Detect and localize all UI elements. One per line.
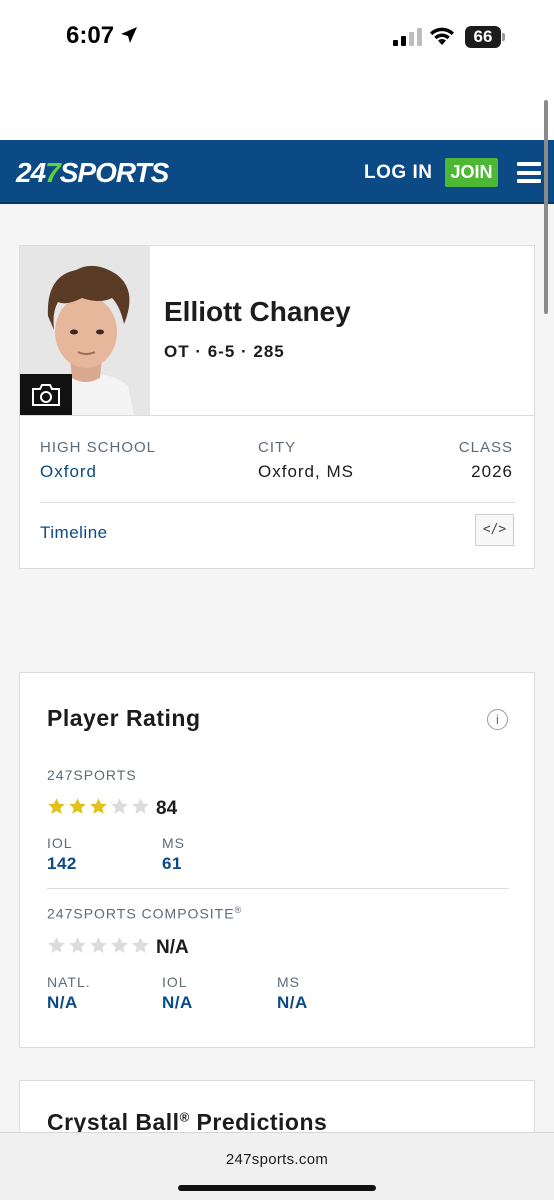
rank-value-national: N/A xyxy=(47,993,78,1012)
login-link[interactable]: LOG IN xyxy=(364,162,432,184)
rank-label-state: MS xyxy=(162,835,185,851)
rank-label-state: MS xyxy=(277,974,300,990)
status-bar: 6:07 66 xyxy=(0,0,554,80)
player-position-size: OT · 6-5 · 285 xyxy=(164,342,285,361)
composite-rating-label: 247SPORTS COMPOSITE® xyxy=(47,905,243,922)
rank-label-iol: IOL xyxy=(47,835,73,851)
timeline-link[interactable]: Timeline xyxy=(40,523,108,543)
composite-score: N/A xyxy=(156,937,189,958)
city-value: Oxford, MS xyxy=(258,462,354,481)
location-arrow-icon xyxy=(121,27,137,43)
star-empty-icon xyxy=(132,937,149,953)
divider xyxy=(40,502,515,503)
star-filled-icon xyxy=(90,798,107,814)
star-filled-icon xyxy=(48,798,65,814)
info-icon[interactable]: i xyxy=(487,709,508,730)
camera-icon[interactable] xyxy=(20,374,72,416)
page: 6:07 66 247SPORTS LOG IN JOIN Elliott Ch… xyxy=(0,0,554,1200)
scrollbar[interactable] xyxy=(544,100,548,314)
star-empty-icon xyxy=(69,937,86,953)
star-empty-icon xyxy=(111,937,128,953)
star-empty-icon xyxy=(111,798,128,814)
browser-address-bar[interactable]: 247sports.com xyxy=(0,1132,554,1200)
composite-star-rating xyxy=(47,936,150,955)
player-name: Elliott Chaney xyxy=(164,296,351,327)
class-label: CLASS xyxy=(458,439,513,456)
player-profile-card: Elliott Chaney OT · 6-5 · 285 HIGH SCHOO… xyxy=(19,245,535,569)
star-filled-icon xyxy=(69,798,86,814)
rank-value-state[interactable]: 61 xyxy=(162,854,182,874)
247sports-rating-label: 247SPORTS xyxy=(47,767,137,783)
embed-code-button[interactable]: </> xyxy=(475,514,514,546)
star-empty-icon xyxy=(90,937,107,953)
join-button[interactable]: JOIN xyxy=(445,158,498,187)
high-school-link[interactable]: Oxford xyxy=(40,462,97,482)
player-rating-title: Player Rating xyxy=(47,705,201,731)
rank-label-national: NATL. xyxy=(47,974,91,990)
divider xyxy=(20,415,534,416)
player-photo[interactable] xyxy=(20,246,150,416)
home-indicator[interactable] xyxy=(178,1185,376,1191)
wifi-icon xyxy=(430,27,454,45)
battery-level: 66 xyxy=(465,26,501,48)
cellular-signal-icon xyxy=(393,28,422,46)
menu-icon[interactable] xyxy=(517,162,541,183)
url-text[interactable]: 247sports.com xyxy=(0,1151,554,1168)
divider xyxy=(47,888,509,889)
rank-value-iol[interactable]: 142 xyxy=(47,854,77,874)
rank-value-state: N/A xyxy=(277,993,308,1012)
player-rating-card: Player Rating i 247SPORTS 84 IOL 142 MS … xyxy=(19,672,535,1048)
page-top-spacer xyxy=(0,80,554,140)
rank-value-iol: N/A xyxy=(162,993,193,1012)
site-logo[interactable]: 247SPORTS xyxy=(16,157,169,189)
rank-label-iol: IOL xyxy=(162,974,188,990)
star-empty-icon xyxy=(48,937,65,953)
high-school-label: HIGH SCHOOL xyxy=(40,439,157,456)
star-empty-icon xyxy=(132,798,149,814)
247sports-score: 84 xyxy=(156,798,178,819)
battery-icon: 66 xyxy=(465,26,505,48)
class-value: 2026 xyxy=(471,462,513,481)
site-header: 247SPORTS LOG IN JOIN xyxy=(0,140,554,204)
city-label: CITY xyxy=(258,439,297,456)
status-time: 6:07 xyxy=(66,22,115,49)
247sports-star-rating xyxy=(47,797,150,816)
